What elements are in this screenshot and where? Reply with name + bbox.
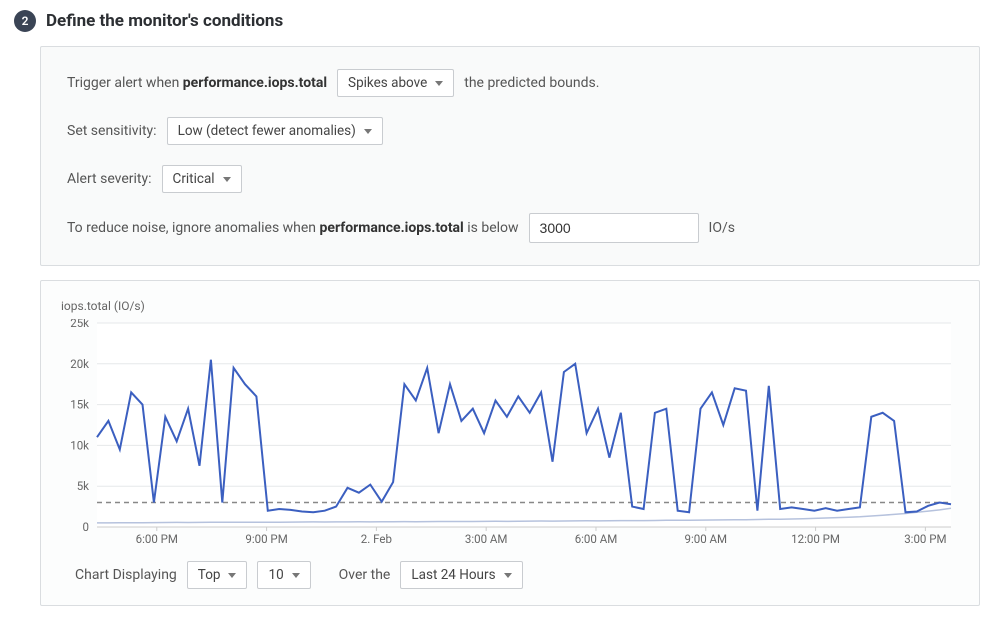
svg-text:6:00 PM: 6:00 PM (136, 532, 178, 546)
svg-text:5k: 5k (77, 479, 89, 493)
trigger-suffix: the predicted bounds. (464, 75, 599, 91)
chevron-down-icon (223, 177, 231, 182)
noise-text: To reduce noise, ignore anomalies when p… (67, 220, 519, 236)
svg-text:2. Feb: 2. Feb (361, 532, 392, 546)
svg-text:6:00 AM: 6:00 AM (575, 532, 618, 546)
svg-text:25k: 25k (70, 319, 89, 330)
chart-over-label: Over the (339, 567, 391, 583)
chevron-down-icon (292, 573, 300, 578)
metric-name: performance.iops.total (183, 75, 327, 91)
svg-text:15k: 15k (70, 398, 89, 412)
trigger-text: Trigger alert when performance.iops.tota… (67, 75, 327, 91)
section-title: Define the monitor's conditions (46, 11, 283, 31)
severity-label: Alert severity: (67, 171, 152, 187)
chevron-down-icon (435, 81, 443, 86)
sensitivity-label: Set sensitivity: (67, 123, 157, 139)
threshold-input[interactable] (529, 213, 699, 243)
chevron-down-icon (228, 573, 236, 578)
svg-text:12:00 PM: 12:00 PM (791, 532, 840, 546)
svg-text:3:00 AM: 3:00 AM (465, 532, 508, 546)
chevron-down-icon (364, 129, 372, 134)
svg-text:10k: 10k (70, 438, 89, 452)
svg-text:3:00 PM: 3:00 PM (904, 532, 946, 546)
chart-mode-dropdown[interactable]: Top (187, 561, 248, 589)
threshold-unit: IO/s (709, 220, 735, 236)
chevron-down-icon (504, 573, 512, 578)
iops-chart: 0 5k 10k 15k 20k 25k 6:00 PM 9:00 PM 2. Feb 3:00 … (61, 319, 961, 549)
chart-displaying-label: Chart Displaying (75, 567, 177, 583)
chart-axis-label: iops.total (IO/s) (61, 299, 959, 313)
noise-metric: performance.iops.total (320, 220, 464, 236)
svg-text:0: 0 (83, 520, 89, 534)
conditions-panel: Trigger alert when performance.iops.tota… (40, 46, 980, 266)
direction-dropdown[interactable]: Spikes above (337, 69, 454, 97)
step-badge: 2 (14, 10, 36, 32)
svg-text:20k: 20k (70, 357, 89, 371)
chart-count-dropdown[interactable]: 10 (257, 561, 310, 589)
severity-dropdown[interactable]: Critical (162, 165, 242, 193)
sensitivity-dropdown[interactable]: Low (detect fewer anomalies) (167, 117, 383, 145)
chart-range-dropdown[interactable]: Last 24 Hours (400, 561, 522, 589)
svg-text:9:00 PM: 9:00 PM (245, 532, 287, 546)
chart-panel: iops.total (IO/s) 0 5k 10k 15k 20k 25k 6:00 PM… (40, 280, 980, 606)
svg-text:9:00 AM: 9:00 AM (684, 532, 727, 546)
